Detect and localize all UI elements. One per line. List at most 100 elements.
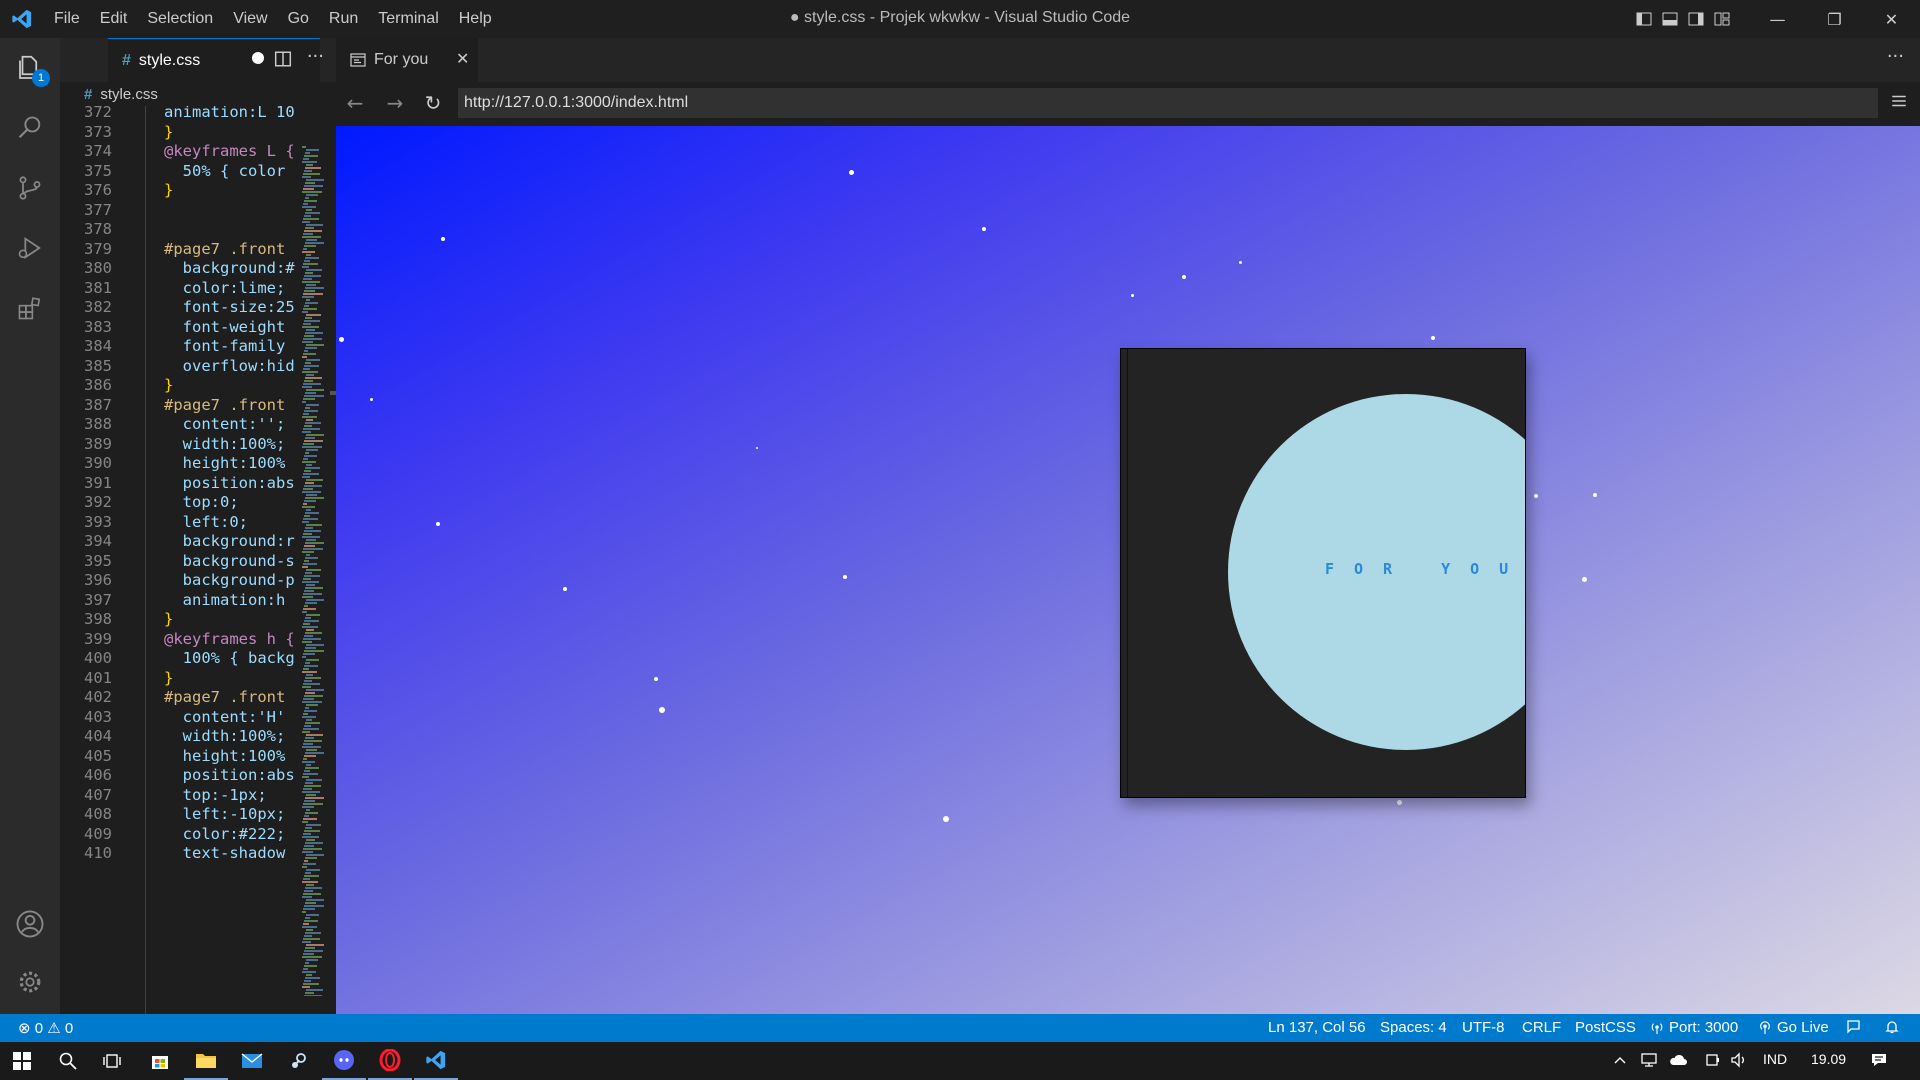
snowflake-dot xyxy=(849,170,854,175)
browser-tab-bar: For you ✕ ··· xyxy=(336,38,1920,82)
accounts-icon[interactable] xyxy=(0,894,60,954)
browser-more-actions-icon[interactable]: ··· xyxy=(1887,46,1904,67)
taskbar-search-icon[interactable] xyxy=(46,1042,90,1080)
close-tab-icon[interactable]: ✕ xyxy=(456,49,469,68)
restore-button[interactable]: ❐ xyxy=(1806,0,1863,38)
port-indicator[interactable]: Port: 3000 xyxy=(1650,1019,1738,1036)
simple-browser-pane: For you ✕ ··· ← → ↻ FOR YOU xyxy=(336,38,1920,1014)
breadcrumb-file[interactable]: style.css xyxy=(100,86,158,103)
code-line[interactable]: 410 text-shadow xyxy=(60,841,300,865)
snowflake-dot xyxy=(1182,275,1186,279)
source-control-icon[interactable] xyxy=(0,158,60,218)
snowflake-dot xyxy=(654,677,658,681)
menu-edit[interactable]: Edit xyxy=(90,10,138,28)
snowflake-dot xyxy=(563,587,567,591)
indentation[interactable]: Spaces: 4 xyxy=(1380,1019,1447,1036)
go-live-label: Go Live xyxy=(1777,1019,1829,1036)
snowflake-dot xyxy=(441,237,445,241)
snowflake-dot xyxy=(843,575,847,579)
line-code: text-shadow xyxy=(164,844,286,862)
breadcrumb[interactable]: # style.css xyxy=(84,82,158,106)
browser-nav-bar: ← → ↻ xyxy=(336,82,1920,122)
tab-label: For you xyxy=(374,51,429,68)
windows-taskbar: IND 19.09 xyxy=(0,1042,1920,1080)
split-editor-icon[interactable] xyxy=(274,50,292,72)
mail-icon[interactable] xyxy=(230,1042,274,1080)
menu-terminal[interactable]: Terminal xyxy=(368,10,448,28)
for-you-card[interactable]: FOR YOU xyxy=(1120,348,1526,798)
snowflake-dot xyxy=(943,816,949,822)
port-label: Port: 3000 xyxy=(1669,1019,1739,1036)
cursor-position[interactable]: Ln 137, Col 56 xyxy=(1268,1019,1366,1036)
tab-label: style.css xyxy=(138,51,201,69)
toggle-secondary-sidebar-icon[interactable] xyxy=(1683,0,1709,38)
clock[interactable]: 19.09 xyxy=(1811,1051,1846,1067)
explorer-badge: 1 xyxy=(32,69,50,87)
unsaved-dot-icon[interactable] xyxy=(252,52,264,64)
volume-icon[interactable] xyxy=(1730,1052,1748,1071)
file-explorer-icon[interactable] xyxy=(184,1042,228,1080)
action-center-icon[interactable] xyxy=(1870,1052,1888,1071)
input-language[interactable]: IND xyxy=(1763,1051,1787,1067)
discord-icon[interactable] xyxy=(322,1042,366,1080)
network-icon[interactable] xyxy=(1640,1052,1658,1071)
snowflake-dot xyxy=(1431,336,1435,340)
vscode-logo-icon xyxy=(0,0,44,38)
minimize-button[interactable]: — xyxy=(1749,0,1806,38)
feedback-icon[interactable] xyxy=(1846,1019,1862,1039)
web-page-viewport[interactable]: FOR YOU xyxy=(336,126,1920,1014)
task-view-icon[interactable] xyxy=(90,1042,134,1080)
browser-preview-icon xyxy=(350,53,366,67)
snowflake-dot xyxy=(982,227,986,231)
code-editor[interactable]: 372 animation:L 10 373} 374 @keyframes L {37… xyxy=(60,106,336,1014)
explorer-icon[interactable]: 1 xyxy=(0,38,60,98)
end-of-line[interactable]: CRLF xyxy=(1522,1019,1561,1036)
show-hidden-icons-chevron-icon[interactable] xyxy=(1612,1052,1628,1071)
menu-view[interactable]: View xyxy=(223,10,277,28)
close-window-button[interactable]: ✕ xyxy=(1863,0,1920,38)
toggle-primary-sidebar-icon[interactable] xyxy=(1631,0,1657,38)
encoding[interactable]: UTF-8 xyxy=(1462,1019,1505,1036)
hamburger-menu-icon[interactable] xyxy=(1890,92,1908,114)
search-icon[interactable] xyxy=(0,98,60,158)
editor-pane: # style.css ··· # style.css 372 animation… xyxy=(60,38,336,1014)
snowflake-dot xyxy=(1397,800,1402,805)
steam-icon[interactable] xyxy=(276,1042,320,1080)
go-live-button[interactable]: Go Live xyxy=(1758,1019,1829,1036)
card-text: FOR YOU xyxy=(1325,560,1526,578)
forward-arrow-icon[interactable]: → xyxy=(384,91,406,115)
notifications-bell-icon[interactable] xyxy=(1884,1019,1900,1039)
snowflake-dot xyxy=(1582,577,1587,582)
back-arrow-icon[interactable]: ← xyxy=(344,91,366,115)
menu-help[interactable]: Help xyxy=(449,10,502,28)
snowflake-dot xyxy=(339,337,344,342)
onedrive-cloud-icon[interactable] xyxy=(1668,1052,1688,1071)
line-number: 410 xyxy=(84,844,112,862)
toggle-panel-icon[interactable] xyxy=(1657,0,1683,38)
windows-start-icon[interactable] xyxy=(0,1042,44,1080)
microsoft-store-icon[interactable] xyxy=(138,1042,182,1080)
menu-file[interactable]: File xyxy=(44,10,90,28)
opera-browser-icon[interactable] xyxy=(368,1042,412,1080)
menu-selection[interactable]: Selection xyxy=(137,10,223,28)
language-mode[interactable]: PostCSS xyxy=(1575,1019,1636,1036)
title-bar: File Edit Selection View Go Run Terminal… xyxy=(0,0,1920,38)
snowflake-dot xyxy=(1131,294,1134,297)
settings-gear-icon[interactable] xyxy=(0,952,60,1012)
editor-more-actions-icon[interactable]: ··· xyxy=(307,46,324,67)
run-debug-icon[interactable] xyxy=(0,218,60,278)
vscode-taskbar-icon[interactable] xyxy=(414,1042,458,1080)
problems-indicator[interactable]: ⊗ 0 ⚠ 0 xyxy=(18,1019,73,1037)
snowflake-dot xyxy=(756,447,758,449)
menu-run[interactable]: Run xyxy=(319,10,368,28)
card-spine xyxy=(1127,349,1128,797)
minimap[interactable] xyxy=(302,146,324,996)
extensions-icon[interactable] xyxy=(0,278,60,338)
customize-layout-icon[interactable] xyxy=(1709,0,1735,38)
battery-icon[interactable] xyxy=(1704,1052,1722,1071)
reload-icon[interactable]: ↻ xyxy=(422,91,444,115)
menu-go[interactable]: Go xyxy=(278,10,319,28)
editor-tab-bar: # style.css ··· xyxy=(60,38,336,82)
url-input[interactable] xyxy=(458,88,1878,118)
activity-bar: 1 xyxy=(0,38,60,1014)
